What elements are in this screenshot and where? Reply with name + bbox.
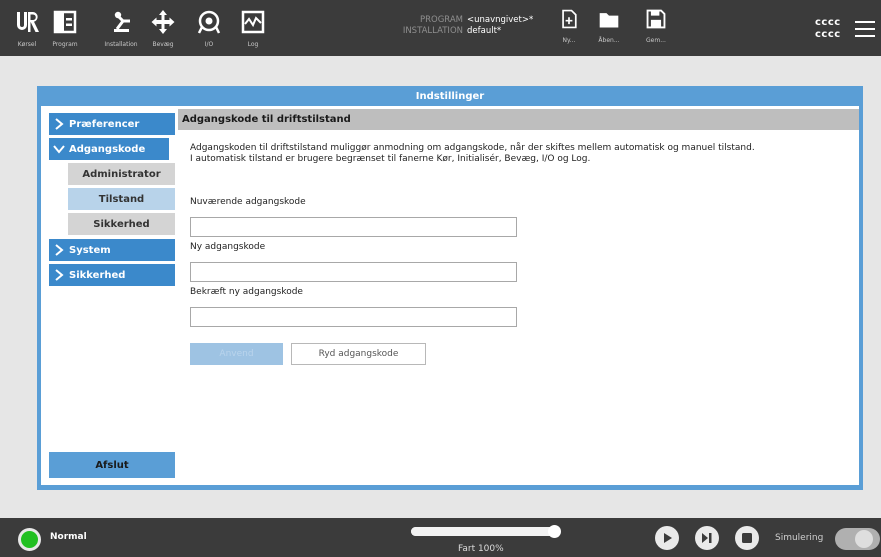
chevron-right-icon: [49, 118, 69, 130]
program-icon: [53, 10, 77, 34]
current-password-label: Nuværende adgangskode: [190, 197, 306, 207]
section-heading: Adgangskode til driftstilstand: [178, 109, 859, 130]
save-program-label: Gem...: [646, 37, 666, 44]
open-program-button[interactable]: Åben...: [596, 8, 622, 54]
log-tab-label: Log: [247, 41, 259, 48]
speed-label: Fart 100%: [458, 544, 504, 554]
current-password-field[interactable]: [190, 217, 517, 237]
settings-dialog: Indstillinger Præferencer Adgangskode Ad…: [37, 86, 863, 490]
simulation-toggle[interactable]: [835, 528, 880, 550]
program-tab-label: Program: [52, 41, 78, 48]
ur-logo-icon: [17, 12, 39, 32]
sidebar-item-security[interactable]: Sikkerhed: [49, 264, 175, 286]
speed-slider-knob[interactable]: [548, 525, 561, 538]
io-tab[interactable]: I/O: [194, 9, 224, 55]
chevron-down-icon: [49, 144, 69, 154]
program-key: PROGRAM: [419, 15, 463, 25]
sidebar-item-password[interactable]: Adgangskode: [49, 138, 169, 160]
sidebar-item-system[interactable]: System: [49, 239, 175, 261]
dialog-body: Præferencer Adgangskode Administrator Ti…: [41, 106, 859, 485]
description-line-1: Adgangskoden til driftstilstand muliggør…: [190, 143, 755, 153]
step-forward-icon: [702, 533, 712, 543]
dialog-title: Indstillinger: [415, 90, 485, 102]
move-icon: [151, 10, 175, 34]
sidebar-item-label: Adgangskode: [69, 143, 146, 155]
new-password-field[interactable]: [190, 262, 517, 282]
simulation-toggle-knob: [855, 530, 873, 548]
program-info: PROGRAM <unavngivet>* INSTALLATION defau…: [383, 15, 533, 37]
sidebar-item-label: Præferencer: [69, 118, 140, 130]
description-text: Adgangskoden til driftstilstand muliggør…: [190, 143, 830, 165]
log-tab[interactable]: Log: [238, 9, 268, 55]
io-tab-label: I/O: [204, 41, 214, 48]
run-tab-label: Kørsel: [17, 41, 37, 48]
clear-password-button[interactable]: Ryd adgangskode: [291, 343, 426, 365]
move-tab[interactable]: Bevæg: [148, 9, 178, 55]
user-line-1: cccc: [815, 17, 841, 28]
save-program-button[interactable]: Gem...: [643, 8, 669, 54]
installation-name: default*: [467, 26, 502, 36]
top-bar: Kørsel Program Installation Bevæg I/O Lo…: [0, 0, 881, 56]
sidebar-item-preferences[interactable]: Præferencer: [49, 113, 175, 135]
installation-tab[interactable]: Installation: [99, 9, 143, 55]
sidebar-subitem-safety[interactable]: Sikkerhed: [68, 213, 175, 235]
sidebar-subitem-mode[interactable]: Tilstand: [68, 188, 175, 210]
open-program-label: Åben...: [598, 37, 620, 44]
installation-tab-label: Installation: [104, 41, 138, 48]
save-icon: [646, 9, 666, 29]
stop-button[interactable]: [735, 526, 759, 550]
program-name: <unavngivet>*: [467, 15, 534, 25]
speed-slider-fill: [411, 527, 554, 536]
step-button[interactable]: [695, 526, 719, 550]
description-line-2: I automatisk tilstand er brugere begræns…: [190, 154, 591, 164]
settings-sidebar: Præferencer Adgangskode Administrator Ti…: [44, 113, 175, 485]
io-icon: [197, 10, 221, 34]
installation-key: INSTALLATION: [402, 26, 463, 36]
new-file-icon: [562, 9, 577, 29]
run-tab[interactable]: Kørsel: [12, 9, 42, 55]
bottom-bar: Normal Fart 100% Simulering: [0, 518, 881, 557]
exit-button[interactable]: Afslut: [49, 452, 175, 478]
apply-button[interactable]: Anvend: [190, 343, 283, 365]
settings-content: Adgangskode til driftstilstand Adgangsko…: [178, 109, 859, 485]
new-program-label: Ny...: [562, 37, 576, 44]
speed-slider[interactable]: [411, 525, 561, 538]
chevron-right-icon: [49, 244, 69, 256]
stop-icon: [742, 533, 752, 543]
installation-icon: [114, 11, 130, 32]
simulation-label: Simulering: [775, 533, 824, 543]
hamburger-menu-icon[interactable]: [855, 21, 875, 42]
user-info: cccc cccc: [815, 17, 841, 41]
log-icon: [241, 10, 265, 34]
new-program-button[interactable]: Ny...: [556, 8, 582, 54]
play-icon: [664, 533, 672, 543]
chevron-right-icon: [49, 269, 69, 281]
move-tab-label: Bevæg: [152, 41, 174, 48]
new-password-label: Ny adgangskode: [190, 242, 266, 252]
play-button[interactable]: [655, 526, 679, 550]
robot-status: Normal: [50, 532, 87, 542]
user-line-2: cccc: [815, 29, 841, 40]
program-tab[interactable]: Program: [47, 9, 83, 55]
sidebar-item-label: Sikkerhed: [69, 269, 126, 281]
sidebar-subitem-administrator[interactable]: Administrator: [68, 163, 175, 185]
sidebar-item-label: System: [69, 244, 111, 256]
open-folder-icon: [599, 13, 619, 28]
confirm-password-field[interactable]: [190, 307, 517, 327]
status-indicator-icon[interactable]: [18, 528, 41, 551]
confirm-password-label: Bekræft ny adgangskode: [190, 287, 303, 297]
